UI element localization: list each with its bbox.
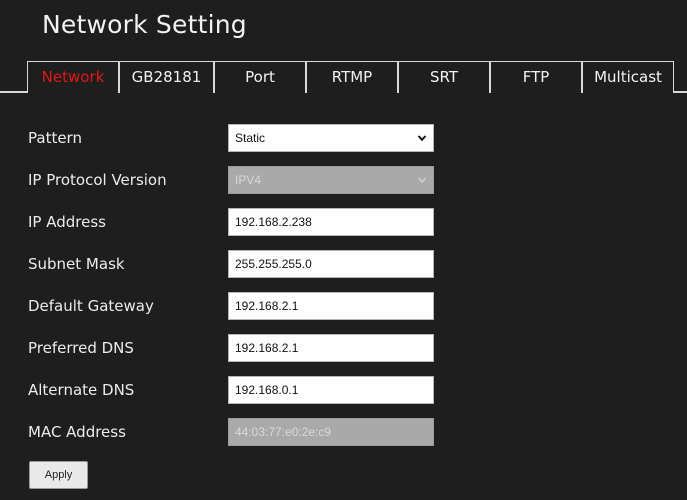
alternate-dns-label: Alternate DNS: [28, 381, 135, 399]
pattern-row: Pattern Static: [0, 124, 687, 152]
preferred-dns-row: Preferred DNS: [0, 334, 687, 362]
tab-gb28181[interactable]: GB28181: [119, 61, 214, 93]
tab-bar: Network GB28181 Port RTMP SRT FTP Multic…: [0, 61, 687, 93]
mac-address-row: MAC Address 44:03:77:e0:2e:c9: [0, 418, 687, 446]
pattern-select-value[interactable]: Static: [228, 124, 434, 152]
alternate-dns-input[interactable]: [228, 376, 434, 404]
ip-address-input[interactable]: [228, 208, 434, 236]
default-gateway-row: Default Gateway: [0, 292, 687, 320]
default-gateway-input[interactable]: [228, 292, 434, 320]
preferred-dns-label: Preferred DNS: [28, 339, 134, 357]
tab-network[interactable]: Network: [27, 61, 119, 93]
ip-protocol-version-select: IPV4: [228, 166, 434, 194]
pattern-select[interactable]: Static: [228, 124, 434, 152]
ip-protocol-version-label: IP Protocol Version: [28, 171, 167, 189]
default-gateway-label: Default Gateway: [28, 297, 154, 315]
network-setting-page: Network Setting Network GB28181 Port RTM…: [0, 0, 687, 500]
mac-address-label: MAC Address: [28, 423, 126, 441]
ip-address-label: IP Address: [28, 213, 106, 231]
ip-address-row: IP Address: [0, 208, 687, 236]
subnet-mask-row: Subnet Mask: [0, 250, 687, 278]
ip-protocol-version-row: IP Protocol Version IPV4: [0, 166, 687, 194]
tab-srt[interactable]: SRT: [398, 61, 490, 93]
apply-button[interactable]: Apply: [29, 461, 88, 489]
preferred-dns-input[interactable]: [228, 334, 434, 362]
tab-port[interactable]: Port: [214, 61, 306, 93]
alternate-dns-row: Alternate DNS: [0, 376, 687, 404]
tab-rtmp[interactable]: RTMP: [306, 61, 398, 93]
tab-multicast[interactable]: Multicast: [582, 61, 674, 93]
chevron-down-icon: [417, 177, 427, 183]
subnet-mask-label: Subnet Mask: [28, 255, 125, 273]
chevron-down-icon: [417, 135, 427, 142]
pattern-label: Pattern: [28, 129, 82, 147]
tab-ftp[interactable]: FTP: [490, 61, 582, 93]
mac-address-value: 44:03:77:e0:2e:c9: [228, 418, 434, 446]
page-title: Network Setting: [42, 10, 247, 39]
subnet-mask-input[interactable]: [228, 250, 434, 278]
ip-protocol-version-value: IPV4: [228, 166, 434, 194]
